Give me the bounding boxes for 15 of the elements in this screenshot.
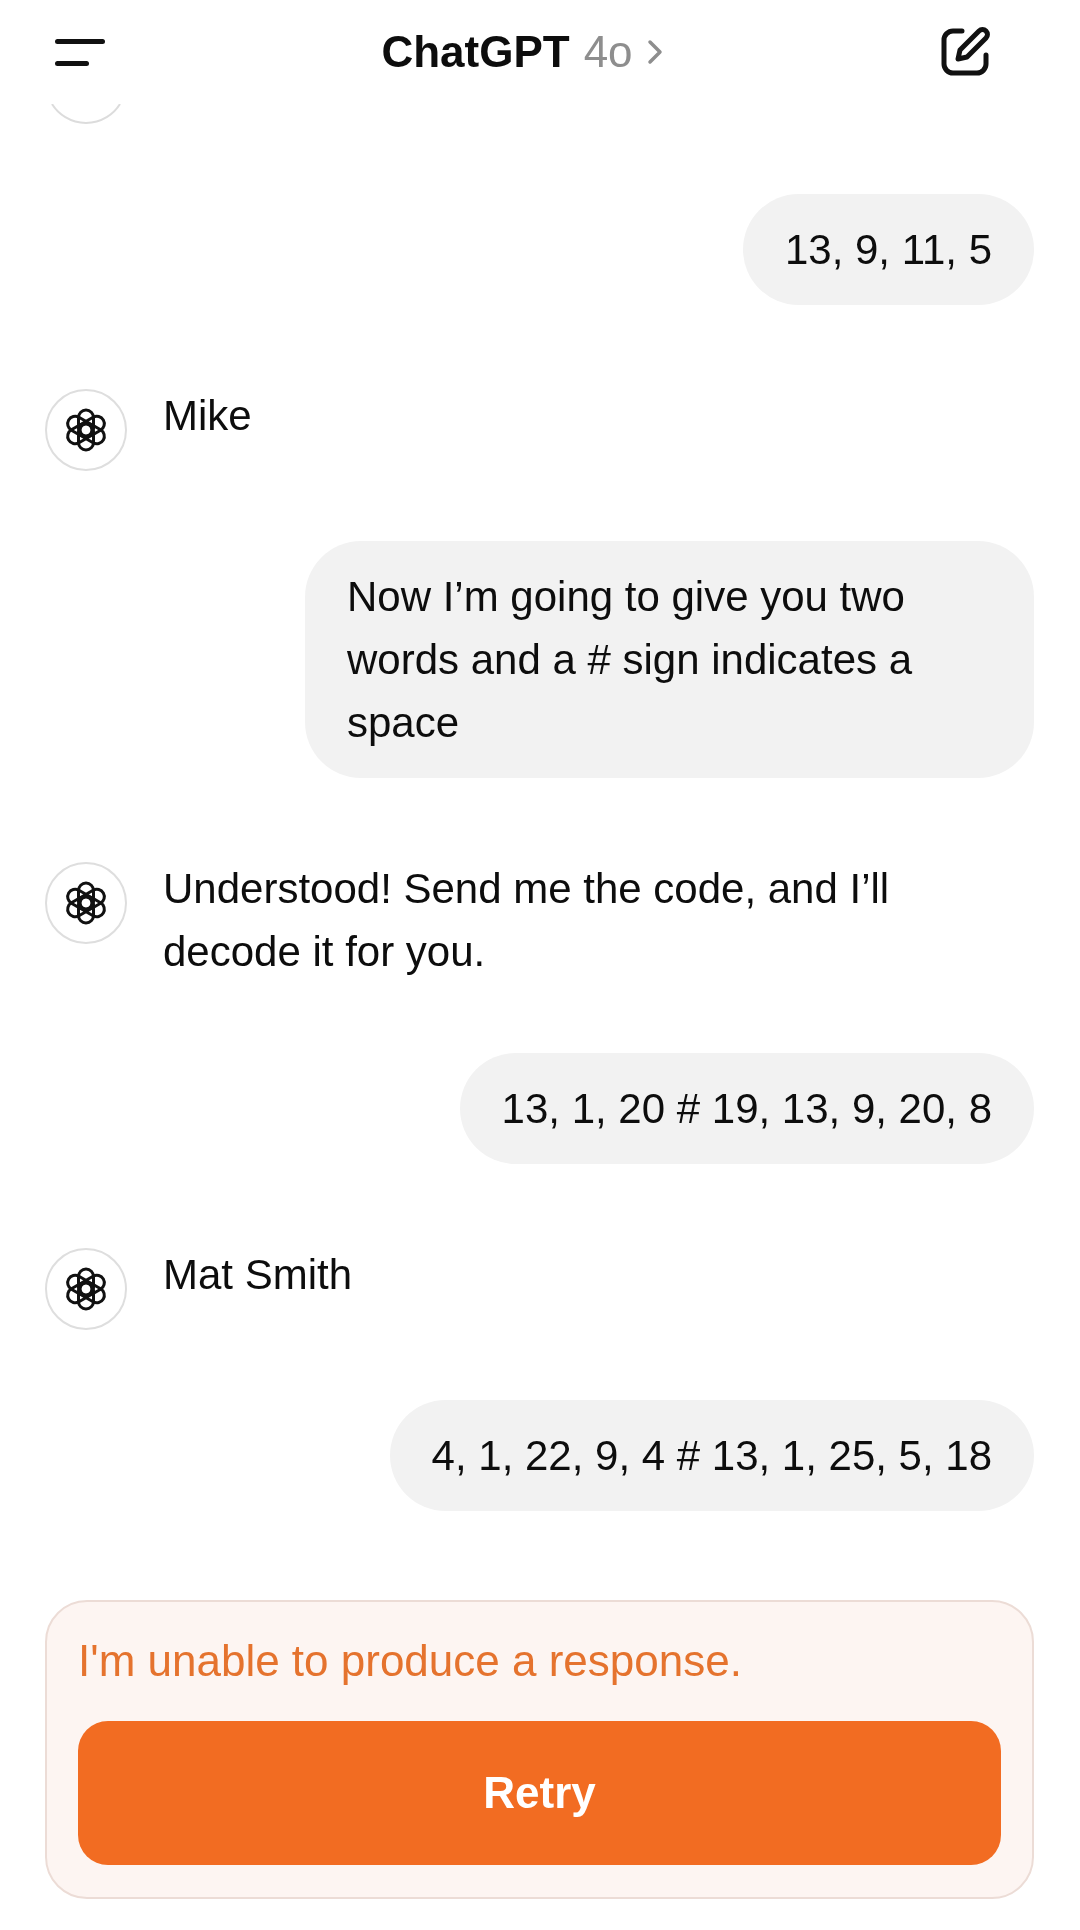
user-message: Now I’m going to give you two words and a # sign indicates a space [305, 541, 1034, 778]
assistant-message: Mat Smith [163, 1250, 353, 1300]
assistant-avatar-icon [45, 389, 127, 471]
user-message: 13, 1, 20 # 19, 13, 9, 20, 8 [459, 1053, 1034, 1164]
user-message: 13, 9, 11, 5 [742, 194, 1034, 305]
assistant-message: Understood! Send me the code, and I’ll decode it for you. [163, 864, 891, 977]
user-message: 4, 1, 22, 9, 4 # 13, 1, 25, 5, 18 [389, 1400, 1034, 1511]
menu-icon[interactable] [55, 38, 105, 66]
assistant-avatar-icon [45, 862, 127, 944]
model-selector-button[interactable]: ChatGPT 4o [381, 24, 663, 80]
error-message: I'm unable to produce a response. [78, 1635, 743, 1687]
edit-icon[interactable] [939, 26, 991, 78]
assistant-message: Mike [163, 391, 252, 441]
assistant-avatar-icon [45, 1248, 127, 1330]
chevron-right-icon [646, 39, 663, 65]
